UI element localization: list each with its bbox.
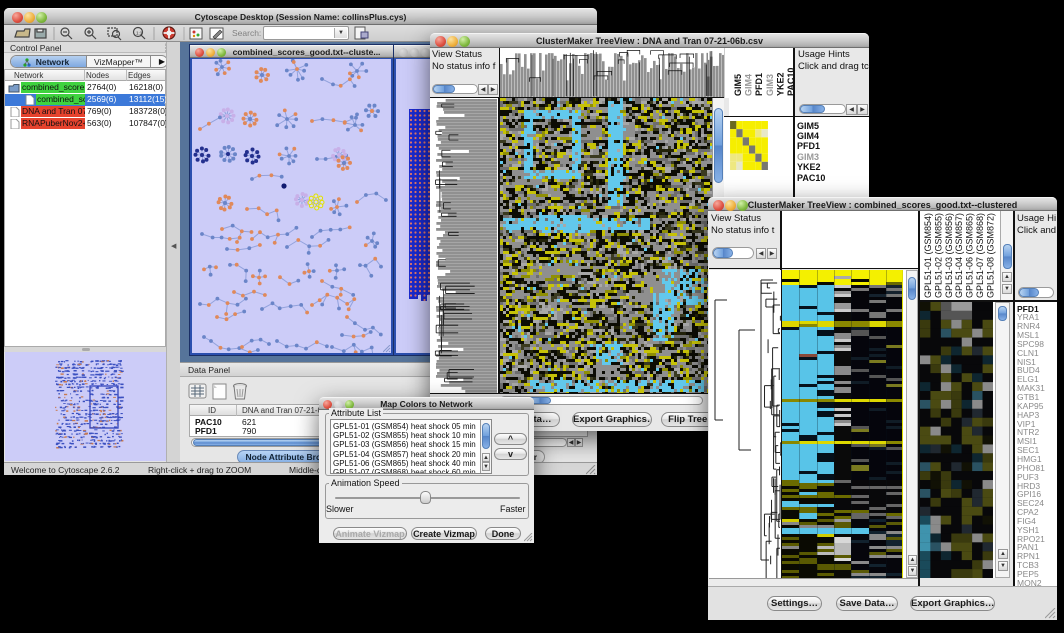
svg-text:YKE2: YKE2 (775, 72, 785, 96)
svg-text:Search:: Search: (232, 28, 261, 38)
svg-text:PFD1: PFD1 (754, 73, 764, 96)
svg-text:GIM4: GIM4 (744, 74, 754, 96)
svg-text:GIM5: GIM5 (733, 74, 743, 96)
svg-text:GIM3: GIM3 (765, 74, 775, 96)
svg-text:1:1: 1:1 (136, 31, 143, 36)
svg-text:PAC10: PAC10 (786, 68, 793, 96)
